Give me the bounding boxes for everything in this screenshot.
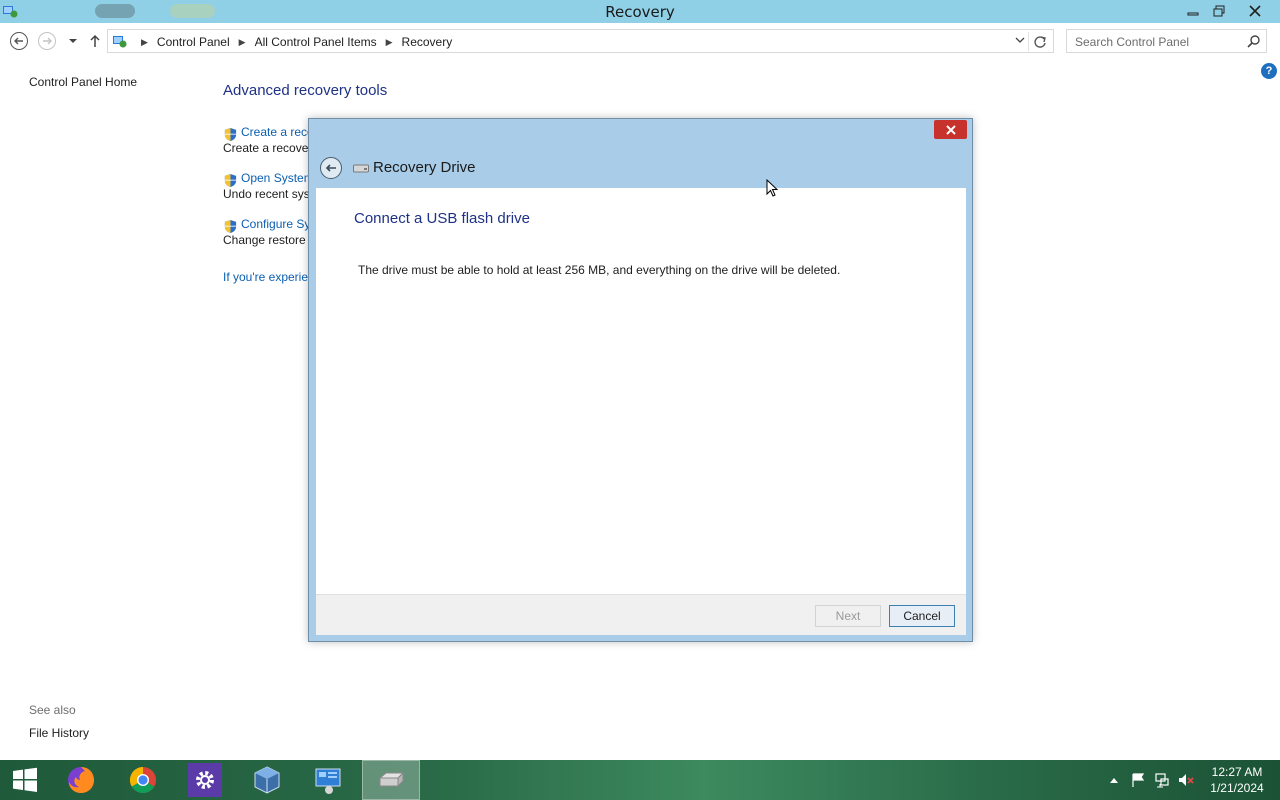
next-button[interactable]: Next xyxy=(815,605,881,627)
uac-shield-icon xyxy=(224,127,237,142)
drive-icon xyxy=(378,771,405,788)
start-button[interactable] xyxy=(0,760,50,800)
dialog-back-button[interactable] xyxy=(320,157,342,179)
gear-icon xyxy=(196,771,214,789)
window-title: Recovery xyxy=(605,3,675,21)
troubleshoot-link[interactable]: If you're experien xyxy=(223,270,315,284)
windows-logo-icon xyxy=(13,767,37,792)
taskbar-control-panel[interactable] xyxy=(300,760,358,800)
dialog-close-button[interactable] xyxy=(934,120,967,139)
mouse-cursor-icon xyxy=(766,179,779,197)
breadcrumb-control-panel[interactable]: Control Panel xyxy=(157,35,230,49)
file-history-link[interactable]: File History xyxy=(29,726,89,740)
help-icon[interactable]: ? xyxy=(1261,63,1277,79)
network-icon-glyph xyxy=(1155,773,1169,788)
taskbar-recovery-drive[interactable] xyxy=(362,760,420,800)
taskbar-chrome[interactable] xyxy=(114,760,172,800)
chrome-icon xyxy=(129,766,156,794)
configure-system-restore-desc: Change restore s xyxy=(223,233,316,247)
drive-icon xyxy=(353,164,369,173)
taskbar-firefox[interactable] xyxy=(52,760,110,800)
chevron-down-icon xyxy=(69,39,77,43)
close-icon xyxy=(945,124,956,135)
search-input[interactable]: Search Control Panel xyxy=(1066,29,1267,53)
close-icon xyxy=(1249,4,1261,17)
search-icon[interactable] xyxy=(1247,34,1261,48)
address-bar[interactable]: ▶ Control Panel ▶ All Control Panel Item… xyxy=(107,29,1054,53)
back-arrow-icon xyxy=(10,32,28,50)
breadcrumb: ▶ Control Panel ▶ All Control Panel Item… xyxy=(132,35,452,49)
configure-system-restore-link[interactable]: Configure Sy xyxy=(241,217,310,231)
speaker-muted-icon xyxy=(1179,774,1194,786)
action-center-icon[interactable] xyxy=(1128,760,1148,800)
back-button[interactable] xyxy=(9,31,29,51)
page-title: Advanced recovery tools xyxy=(223,82,388,99)
refresh-button[interactable] xyxy=(1028,32,1050,51)
close-button[interactable] xyxy=(1232,0,1278,21)
firefox-icon xyxy=(68,767,94,793)
control-panel-icon xyxy=(315,768,341,794)
forward-arrow-icon xyxy=(38,32,56,50)
chevron-up-icon xyxy=(1110,778,1118,783)
taskbar-clock[interactable]: 12:27 AM 1/21/2024 xyxy=(1204,764,1270,796)
up-button[interactable] xyxy=(85,31,105,51)
cancel-button[interactable]: Cancel xyxy=(889,605,955,627)
open-system-restore-link[interactable]: Open System xyxy=(241,171,314,185)
uac-shield-icon xyxy=(224,219,237,234)
restore-icon xyxy=(1213,5,1225,16)
virtualbox-cube-icon xyxy=(254,766,280,794)
control-panel-icon xyxy=(113,36,127,48)
breadcrumb-separator-icon[interactable]: ▶ xyxy=(141,37,148,48)
dialog-footer: Next Cancel xyxy=(316,594,966,635)
control-panel-home-link[interactable]: Control Panel Home xyxy=(29,75,137,89)
navigation-bar: ▶ Control Panel ▶ All Control Panel Item… xyxy=(0,23,1280,59)
forward-button[interactable] xyxy=(37,31,57,51)
dialog-message: The drive must be able to hold at least … xyxy=(358,263,841,277)
show-hidden-icons-button[interactable] xyxy=(1106,760,1122,800)
up-arrow-icon xyxy=(90,34,100,47)
dialog-title: Recovery Drive xyxy=(373,159,476,176)
dialog-content: Connect a USB flash drive The drive must… xyxy=(316,188,966,594)
volume-muted-icon[interactable] xyxy=(1176,760,1196,800)
breadcrumb-separator-icon[interactable]: ▶ xyxy=(239,37,246,48)
uac-shield-icon xyxy=(224,173,237,188)
recent-locations-button[interactable] xyxy=(63,31,83,51)
window-titlebar: Recovery xyxy=(0,0,1280,23)
breadcrumb-all-items[interactable]: All Control Panel Items xyxy=(255,35,377,49)
restore-button[interactable] xyxy=(1204,0,1234,21)
search-placeholder: Search Control Panel xyxy=(1075,35,1190,49)
create-recovery-drive-desc: Create a recover xyxy=(223,141,313,155)
see-also-label: See also xyxy=(29,703,76,717)
taskbar-settings[interactable] xyxy=(176,760,234,800)
taskbar: 12:27 AM 1/21/2024 xyxy=(0,760,1280,800)
taskbar-virtualbox[interactable] xyxy=(238,760,296,800)
clock-time: 12:27 AM xyxy=(1211,765,1263,779)
address-history-chevron-icon[interactable] xyxy=(1015,35,1025,48)
breadcrumb-recovery[interactable]: Recovery xyxy=(402,35,453,49)
network-icon[interactable] xyxy=(1152,760,1172,800)
refresh-icon xyxy=(1033,35,1046,48)
dialog-instruction: Connect a USB flash drive xyxy=(354,210,530,227)
clock-date: 1/21/2024 xyxy=(1210,781,1264,795)
create-recovery-drive-link[interactable]: Create a reco xyxy=(241,125,314,139)
flag-icon xyxy=(1132,773,1145,787)
back-arrow-icon xyxy=(325,164,336,172)
breadcrumb-separator-icon[interactable]: ▶ xyxy=(386,37,393,48)
minimize-icon xyxy=(1187,12,1199,15)
recovery-drive-dialog: Recovery Drive Connect a USB flash drive… xyxy=(308,118,973,642)
open-system-restore-desc: Undo recent sys xyxy=(223,187,310,201)
